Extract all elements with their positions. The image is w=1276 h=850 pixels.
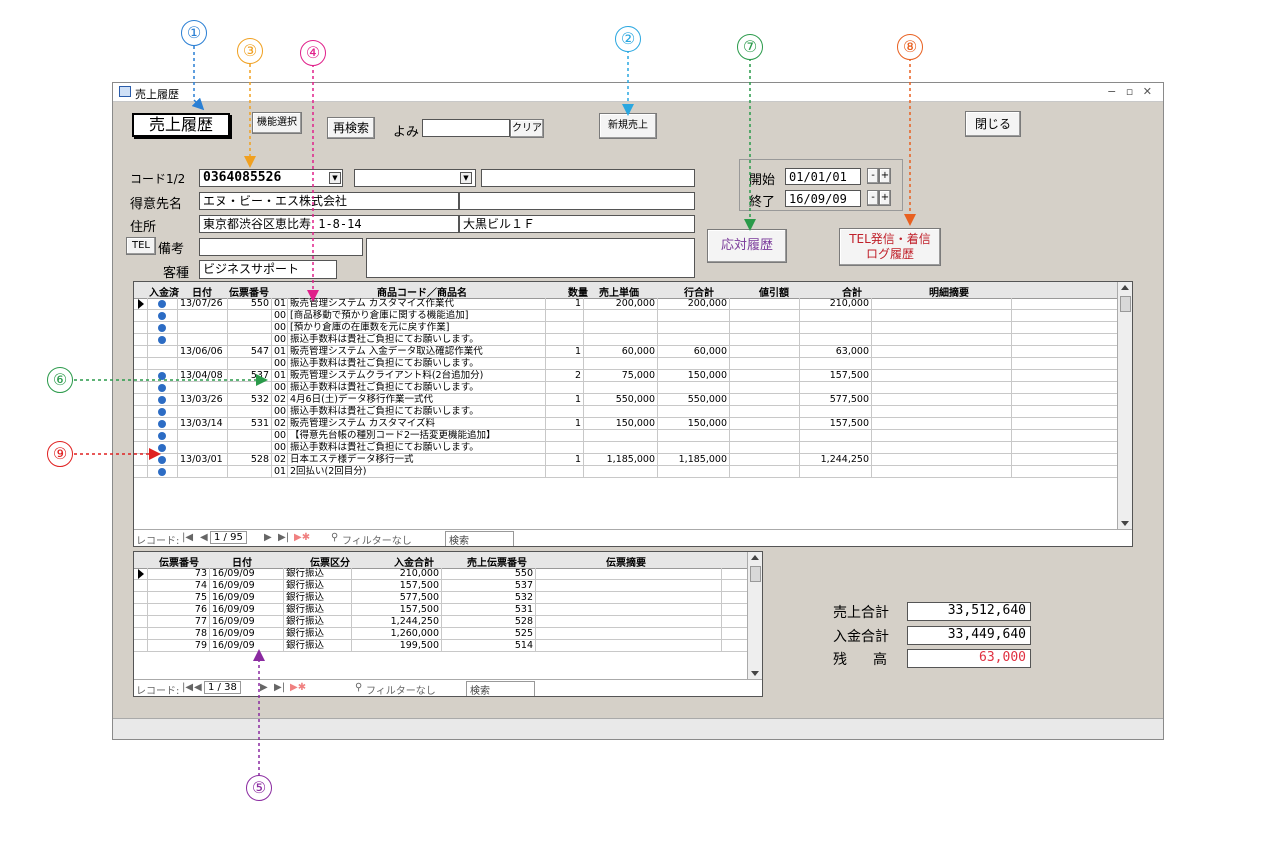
callout-4: ④	[300, 40, 326, 66]
callout-2: ②	[615, 26, 641, 52]
callout-3: ③	[237, 38, 263, 64]
callout-5: ⑤	[246, 775, 272, 801]
leader-1	[191, 46, 205, 111]
callout-leader-lines	[74, 46, 916, 776]
callout-7: ⑦	[737, 34, 763, 60]
callout-9: ⑨	[47, 441, 73, 467]
callout-8: ⑧	[897, 34, 923, 60]
callout-6: ⑥	[47, 367, 73, 393]
callout-1: ①	[181, 20, 207, 46]
